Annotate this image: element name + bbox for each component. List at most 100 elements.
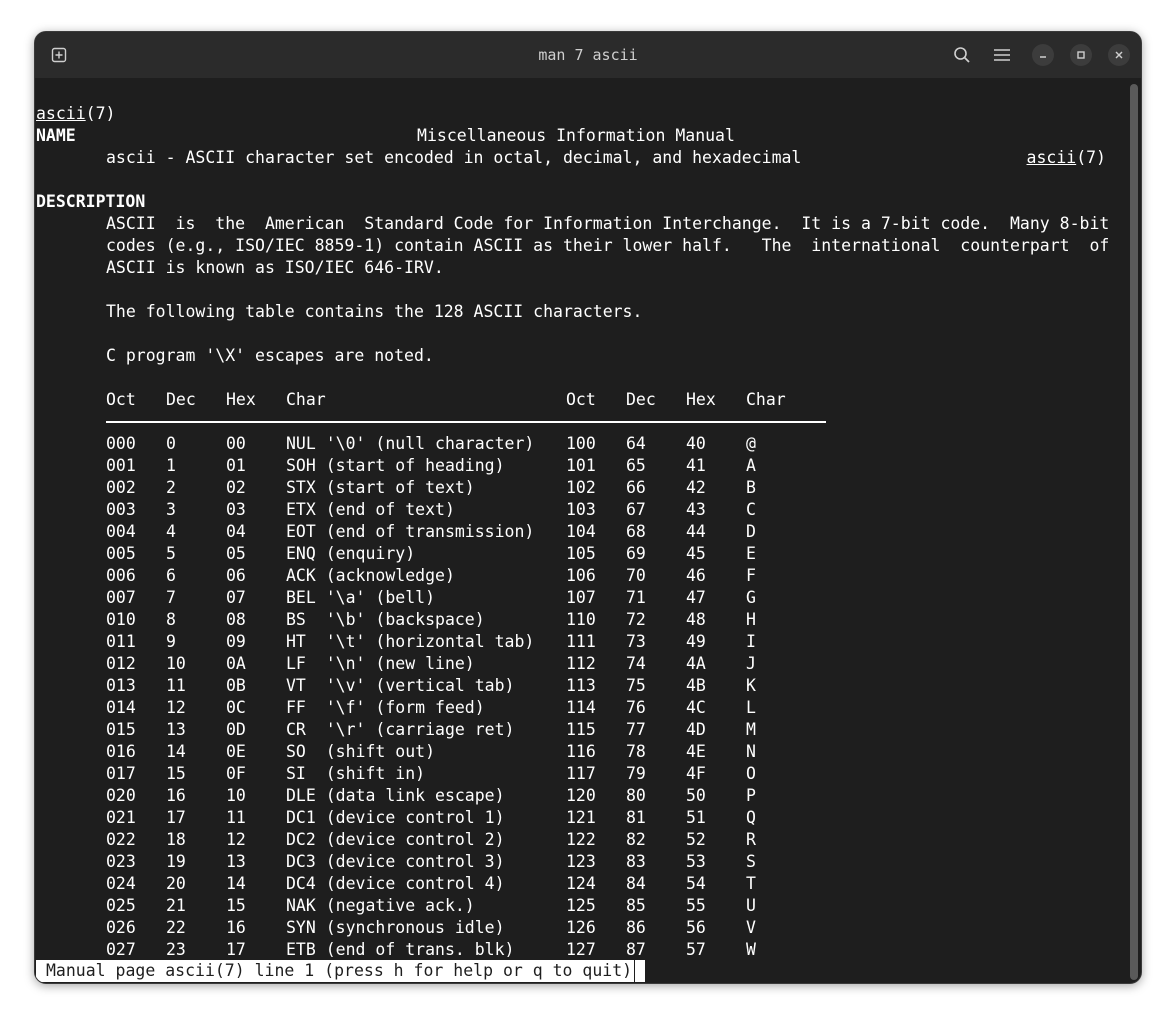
table-cell: 0D [226,720,246,739]
table-cell: 2 [166,478,176,497]
table-cell: 10 [166,654,186,673]
table-cell: 000 [106,434,136,453]
table-cell: 18 [166,830,186,849]
table-cell: 11 [226,808,246,827]
table-cell: 0C [226,698,246,717]
table-cell: 71 [626,588,646,607]
table-cell: 85 [626,896,646,915]
table-cell: G [746,588,756,607]
table-cell: U [746,896,756,915]
table-cell: 124 [566,874,596,893]
table-cell: 126 [566,918,596,937]
pager-status-prompt: Manual page ascii(7) line 1 (press h for… [36,960,635,982]
table-cell: SOH (start of heading) [286,456,505,475]
table-cell: 55 [686,896,706,915]
table-cell: 79 [626,764,646,783]
name-heading: NAME [36,126,76,145]
table-header-cell: Char [746,390,786,409]
table-cell: 125 [566,896,596,915]
table-cell: DC3 (device control 3) [286,852,505,871]
table-header-cell: Char [286,390,326,409]
table-cell: DC1 (device control 1) [286,808,505,827]
table-cell: 40 [686,434,706,453]
table-cell: 111 [566,632,596,651]
table-cell: 113 [566,676,596,695]
table-cell: 00 [226,434,246,453]
terminal-content[interactable]: ascii(7) Miscellaneous Information Manua… [36,79,1126,983]
table-cell: BS '\b' (backspace) [286,610,485,629]
table-cell: 07 [226,588,246,607]
table-cell: 82 [626,830,646,849]
table-cell: 120 [566,786,596,805]
table-cell: 4D [686,720,706,739]
table-cell: 005 [106,544,136,563]
table-cell: 16 [166,786,186,805]
table-cell: 17 [226,940,246,959]
table-cell: 81 [626,808,646,827]
man-header: ascii(7) Miscellaneous Information Manua… [36,81,1116,167]
table-cell: V [746,918,756,937]
table-cell: ETB (end of trans. blk) [286,940,515,959]
table-cell: 023 [106,852,136,871]
table-cell: 006 [106,566,136,585]
table-cell: NAK (negative ack.) [286,896,475,915]
table-cell: 12 [166,698,186,717]
table-header-cell: Dec [166,390,196,409]
table-cell: T [746,874,756,893]
table-cell: 4C [686,698,706,717]
table-cell: 106 [566,566,596,585]
table-cell: 4 [166,522,176,541]
table-cell: 102 [566,478,596,497]
table-cell: 17 [166,808,186,827]
table-cell: STX (start of text) [286,478,475,497]
table-cell: 16 [226,918,246,937]
table-cell: 003 [106,500,136,519]
table-cell: 83 [626,852,646,871]
text-cursor [634,960,645,982]
table-cell: W [746,940,756,959]
table-cell: C [746,500,756,519]
table-header-cell: Hex [686,390,716,409]
table-cell: N [746,742,756,761]
hamburger-menu-icon[interactable] [990,43,1014,67]
table-cell: D [746,522,756,541]
table-cell: 73 [626,632,646,651]
table-cell: 5 [166,544,176,563]
maximize-icon[interactable] [1070,44,1092,66]
table-cell: 11 [166,676,186,695]
table-cell: 9 [166,632,176,651]
table-cell: 007 [106,588,136,607]
table-cell: J [746,654,756,673]
table-cell: 14 [226,874,246,893]
table-cell: 110 [566,610,596,629]
table-cell: 49 [686,632,706,651]
table-cell: 67 [626,500,646,519]
table-cell: 024 [106,874,136,893]
scrollbar[interactable] [1130,84,1138,980]
table-cell: 13 [226,852,246,871]
minimize-icon[interactable] [1032,44,1054,66]
search-icon[interactable] [950,43,974,67]
table-cell: 002 [106,478,136,497]
table-cell: 80 [626,786,646,805]
table-cell: I [746,632,756,651]
terminal-window: man 7 ascii ascii(7) Miscellaneous Infor… [34,31,1142,984]
table-cell: 121 [566,808,596,827]
table-cell: 50 [686,786,706,805]
table-cell: 027 [106,940,136,959]
close-icon[interactable] [1108,44,1130,66]
table-cell: 12 [226,830,246,849]
table-cell: 0B [226,676,246,695]
table-cell: F [746,566,756,585]
table-cell: 122 [566,830,596,849]
table-cell: 04 [226,522,246,541]
table-cell: 64 [626,434,646,453]
table-cell: 70 [626,566,646,585]
table-header-row: Oct Dec Hex Char Oct Dec Hex Char [106,389,786,411]
table-intro: The following table contains the 128 ASC… [106,302,643,321]
table-cell: 001 [106,456,136,475]
table-cell: 47 [686,588,706,607]
table-cell: 44 [686,522,706,541]
table-cell: 103 [566,500,596,519]
table-cell: 68 [626,522,646,541]
